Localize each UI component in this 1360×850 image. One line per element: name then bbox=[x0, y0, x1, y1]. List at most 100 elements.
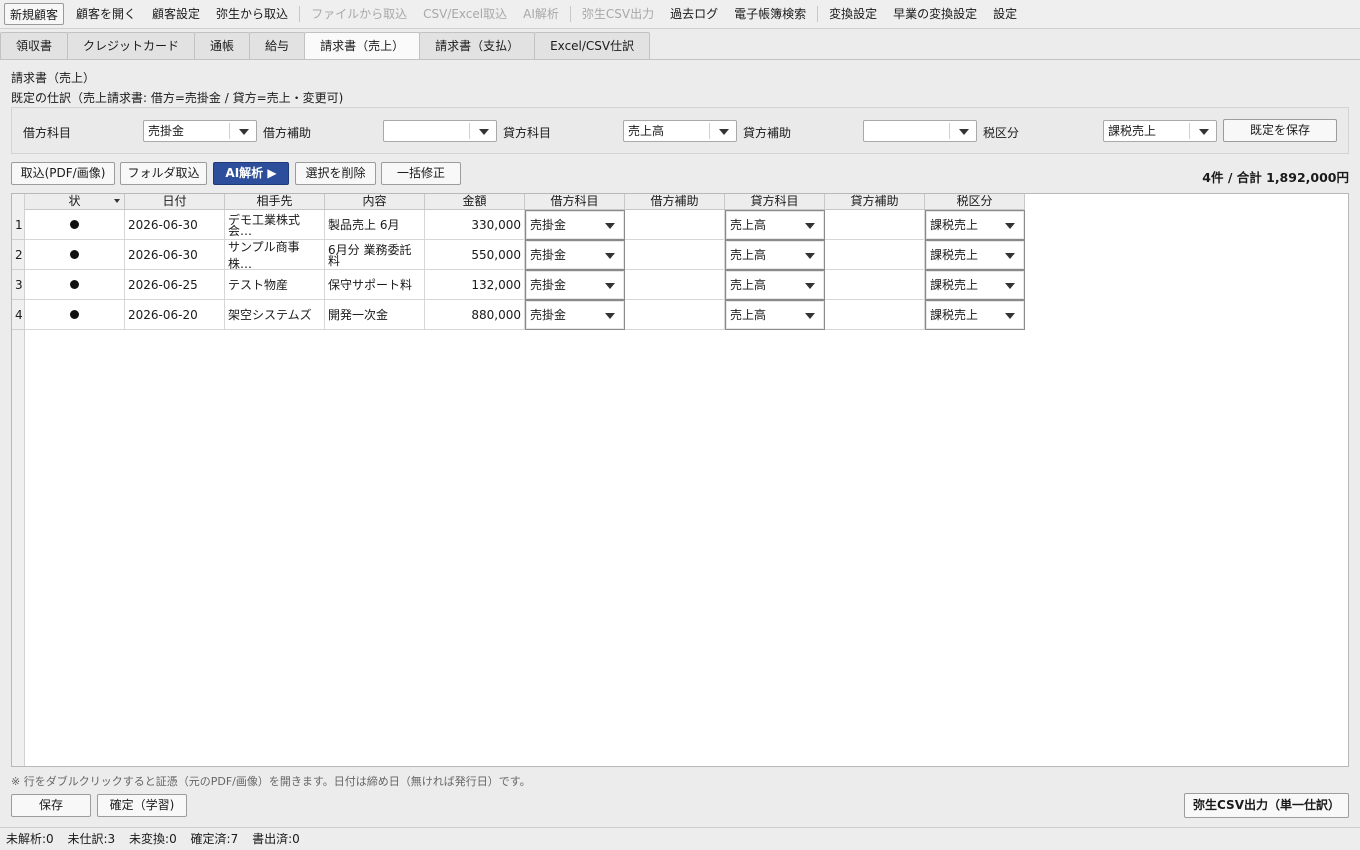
tab-invoice-sales[interactable]: 請求書（売上） bbox=[304, 32, 421, 60]
table-row-status[interactable] bbox=[25, 210, 125, 240]
table-row-amount[interactable]: 550,000 bbox=[425, 240, 525, 270]
tab-invoice-payment[interactable]: 請求書（支払） bbox=[419, 32, 536, 59]
table-row-date[interactable]: 2026-06-25 bbox=[125, 270, 225, 300]
credit-account-select[interactable]: 売上高 bbox=[623, 120, 737, 142]
tab-credit-card[interactable]: クレジットカード bbox=[67, 32, 196, 59]
row-tax-value: 課税売上 bbox=[930, 278, 979, 292]
row-credit-value: 売上高 bbox=[730, 248, 767, 262]
row-credit-select[interactable]: 売上高 bbox=[725, 300, 825, 330]
import-pdf-image-button[interactable]: 取込(PDF/画像) bbox=[11, 162, 115, 185]
save-button[interactable]: 保存 bbox=[11, 794, 91, 817]
table-row-partner[interactable]: 架空システムズ bbox=[225, 300, 325, 330]
menu-open-customer[interactable]: 顧客を開く bbox=[68, 3, 144, 25]
ai-analyze-button[interactable]: AI解析 ▶ bbox=[213, 162, 289, 185]
table-row-amount[interactable]: 330,000 bbox=[425, 210, 525, 240]
tab-excel-csv-journal[interactable]: Excel/CSV仕訳 bbox=[534, 32, 651, 59]
table-row-debit-sub[interactable] bbox=[625, 210, 725, 240]
table-row-credit-sub[interactable] bbox=[825, 300, 925, 330]
row-debit-select[interactable]: 売掛金 bbox=[525, 270, 625, 300]
save-defaults-button[interactable]: 既定を保存 bbox=[1223, 119, 1337, 142]
menu-import-yayoi[interactable]: 弥生から取込 bbox=[208, 3, 296, 25]
table-row-credit-sub[interactable] bbox=[825, 270, 925, 300]
menu-conversion-settings[interactable]: 変換設定 bbox=[821, 3, 885, 25]
row-debit-select[interactable]: 売掛金 bbox=[525, 240, 625, 270]
table-row-credit-sub[interactable] bbox=[825, 210, 925, 240]
table-row-status[interactable] bbox=[25, 300, 125, 330]
row-credit-select[interactable]: 売上高 bbox=[725, 210, 825, 240]
row-credit-select[interactable]: 売上高 bbox=[725, 270, 825, 300]
row-tax-select[interactable]: 課税売上 bbox=[925, 210, 1025, 240]
menu-new-customer[interactable]: 新規顧客 bbox=[4, 3, 65, 25]
col-date-header[interactable]: 日付 bbox=[125, 194, 225, 210]
table-row-date[interactable]: 2026-06-30 bbox=[125, 240, 225, 270]
table-row-content[interactable]: 開発一次金 bbox=[325, 300, 425, 330]
table-row-debit-sub[interactable] bbox=[625, 300, 725, 330]
table-row-amount[interactable]: 880,000 bbox=[425, 300, 525, 330]
chevron-down-icon bbox=[239, 129, 249, 135]
debit-sub-select[interactable] bbox=[383, 120, 497, 142]
col-debit-sub-header[interactable]: 借方補助 bbox=[625, 194, 725, 210]
col-debit-header[interactable]: 借方科目 bbox=[525, 194, 625, 210]
row-debit-select[interactable]: 売掛金 bbox=[525, 300, 625, 330]
table-row-date[interactable]: 2026-06-30 bbox=[125, 210, 225, 240]
row-credit-select[interactable]: 売上高 bbox=[725, 240, 825, 270]
credit-sub-select[interactable] bbox=[863, 120, 977, 142]
col-partner-header[interactable]: 相手先 bbox=[225, 194, 325, 210]
table-row-partner[interactable]: サンプル商事株… bbox=[225, 240, 325, 270]
table-row-partner[interactable]: デモ工業株式会… bbox=[225, 210, 325, 240]
table-row-credit-sub[interactable] bbox=[825, 240, 925, 270]
col-credit-sub-header[interactable]: 貸方補助 bbox=[825, 194, 925, 210]
row-tax-select[interactable]: 課税売上 bbox=[925, 240, 1025, 270]
table-row-content[interactable]: 製品売上 6月 bbox=[325, 210, 425, 240]
table-row-content[interactable]: 保守サポート料 bbox=[325, 270, 425, 300]
status-unjournaled: 未仕訳:3 bbox=[67, 832, 116, 846]
row-credit-value: 売上高 bbox=[730, 278, 767, 292]
row-tax-select[interactable]: 課税売上 bbox=[925, 270, 1025, 300]
table-row-partner[interactable]: テスト物産 bbox=[225, 270, 325, 300]
status-dot-icon bbox=[70, 310, 79, 319]
status-bar: 未解析:0 未仕訳:3 未変換:0 確定済:7 書出済:0 bbox=[0, 827, 1360, 850]
table-row-debit-sub[interactable] bbox=[625, 240, 725, 270]
row-tax-select[interactable]: 課税売上 bbox=[925, 300, 1025, 330]
status-unanalyzed: 未解析:0 bbox=[6, 832, 54, 846]
tab-salary[interactable]: 給与 bbox=[249, 32, 306, 59]
chevron-down-icon bbox=[605, 223, 615, 229]
menu-bar: 新規顧客 顧客を開く 顧客設定 弥生から取込 ファイルから取込 CSV/Exce… bbox=[0, 0, 1360, 29]
menu-settings[interactable]: 設定 bbox=[985, 3, 1025, 25]
menu-import-csv-excel[interactable]: CSV/Excel取込 bbox=[415, 3, 515, 25]
debit-account-select[interactable]: 売掛金 bbox=[143, 120, 257, 142]
col-status-header[interactable]: 状 bbox=[25, 194, 125, 210]
menu-customer-settings[interactable]: 顧客設定 bbox=[144, 3, 208, 25]
row-debit-select[interactable]: 売掛金 bbox=[525, 210, 625, 240]
table-row-content[interactable]: 6月分 業務委託料 bbox=[325, 240, 425, 270]
folder-import-button[interactable]: フォルダ取込 bbox=[120, 162, 207, 185]
col-amount-header[interactable]: 金額 bbox=[425, 194, 525, 210]
menu-separator bbox=[817, 6, 819, 22]
menu-hayawaza-settings[interactable]: 早業の変換設定 bbox=[885, 3, 985, 25]
chevron-down-icon bbox=[805, 313, 815, 319]
tax-category-select[interactable]: 課税売上 bbox=[1103, 120, 1217, 142]
table-row-status[interactable] bbox=[25, 240, 125, 270]
credit-account-label: 貸方科目 bbox=[503, 126, 552, 140]
table-row-amount[interactable]: 132,000 bbox=[425, 270, 525, 300]
menu-import-file[interactable]: ファイルから取込 bbox=[303, 3, 415, 25]
col-tax-header[interactable]: 税区分 bbox=[925, 194, 1025, 210]
table-row-status[interactable] bbox=[25, 270, 125, 300]
row-number: 1 bbox=[12, 210, 25, 240]
table-row-debit-sub[interactable] bbox=[625, 270, 725, 300]
col-content-header[interactable]: 内容 bbox=[325, 194, 425, 210]
table-row-date[interactable]: 2026-06-20 bbox=[125, 300, 225, 330]
confirm-learn-button[interactable]: 確定（学習) bbox=[97, 794, 187, 817]
tab-passbook[interactable]: 通帳 bbox=[194, 32, 251, 59]
menu-ai-analyze[interactable]: AI解析 bbox=[515, 3, 567, 25]
menu-e-book-search[interactable]: 電子帳簿検索 bbox=[726, 3, 814, 25]
row-number: 2 bbox=[12, 240, 25, 270]
menu-export-yayoi-csv[interactable]: 弥生CSV出力 bbox=[574, 3, 662, 25]
bulk-edit-button[interactable]: 一括修正 bbox=[381, 162, 461, 185]
menu-history-log[interactable]: 過去ログ bbox=[662, 3, 726, 25]
chevron-down-icon bbox=[605, 313, 615, 319]
tab-receipts[interactable]: 領収書 bbox=[0, 32, 69, 59]
export-yayoi-csv-button[interactable]: 弥生CSV出力（単一仕訳） bbox=[1184, 793, 1349, 818]
col-credit-header[interactable]: 貸方科目 bbox=[725, 194, 825, 210]
delete-selected-button[interactable]: 選択を削除 bbox=[295, 162, 376, 185]
